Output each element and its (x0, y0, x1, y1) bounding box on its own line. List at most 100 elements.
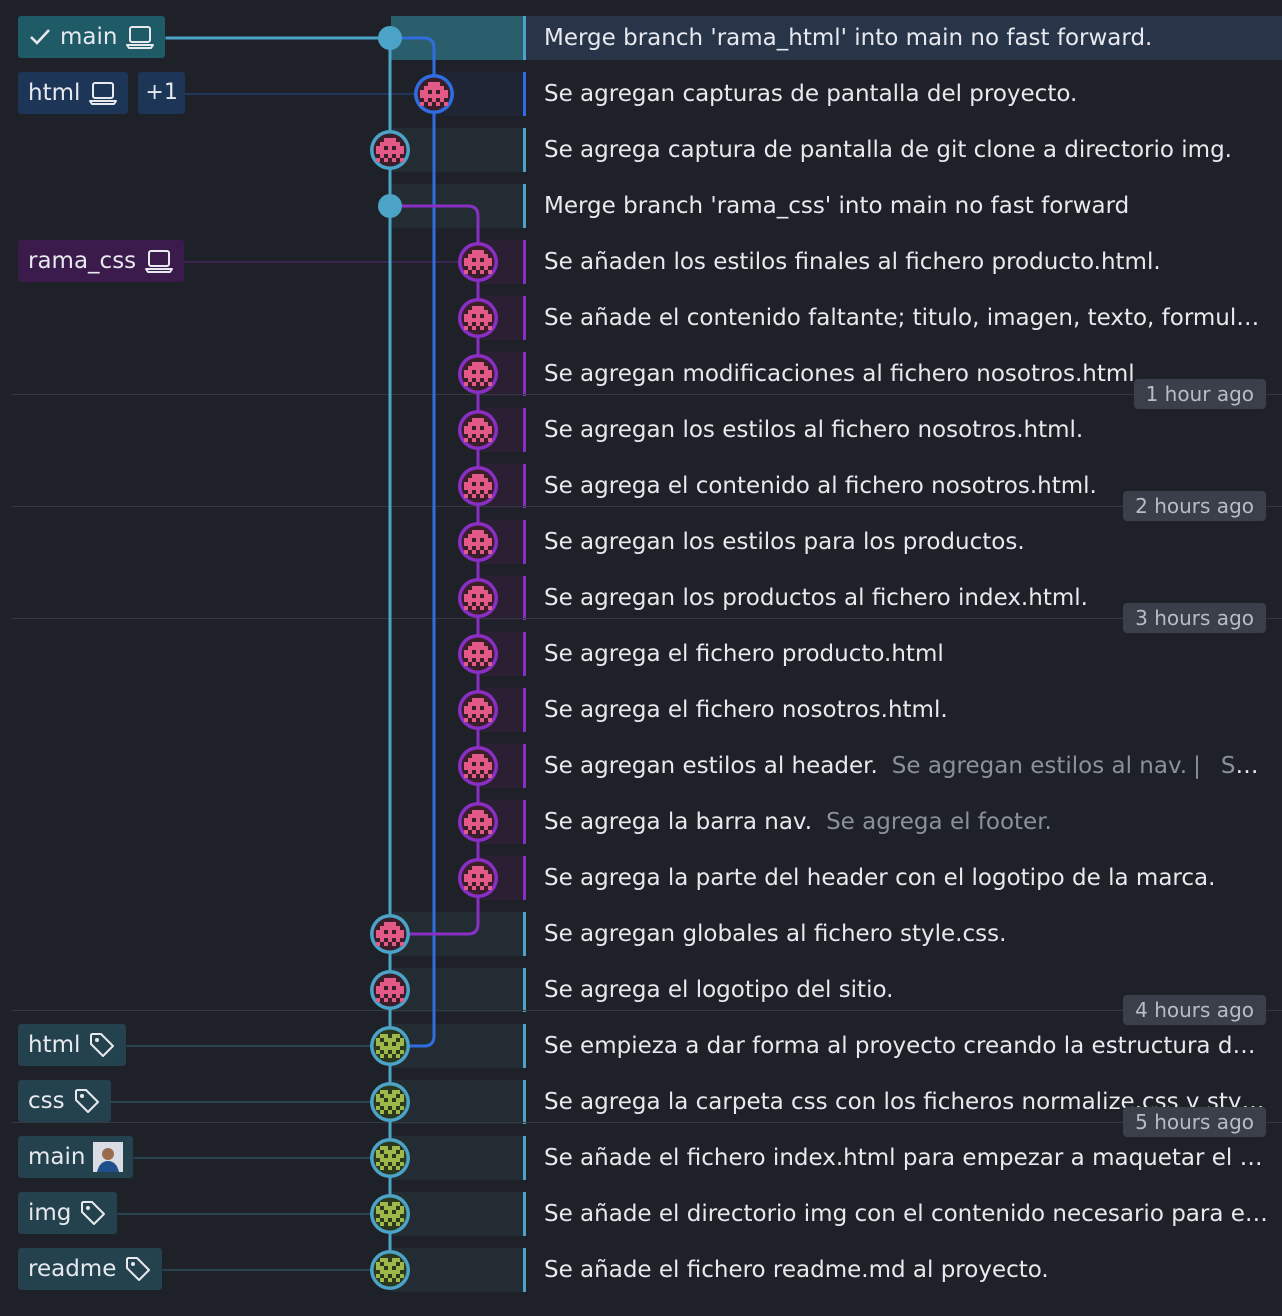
avatar-pixel (480, 430, 484, 434)
commit-avatar-node[interactable] (458, 298, 498, 338)
avatar-pixel (484, 318, 488, 322)
avatar-pixel (476, 322, 480, 326)
avatar-pixel (388, 1154, 392, 1158)
commit-avatar-node[interactable] (414, 74, 454, 114)
avatar-pixel (464, 830, 468, 834)
avatar-pixel (380, 930, 384, 934)
avatar-pixel (468, 426, 472, 430)
avatar-pixel (488, 430, 492, 434)
avatar-pixel (440, 98, 444, 102)
avatar-pixel (484, 706, 488, 710)
avatar-pixel (480, 550, 484, 554)
commit-avatar-node[interactable] (370, 1250, 410, 1290)
commit-avatar-node[interactable] (458, 802, 498, 842)
avatar-pixel (468, 658, 472, 662)
avatar-pixel (480, 362, 484, 366)
avatar-pixel (432, 90, 436, 94)
commit-avatar-node[interactable] (370, 970, 410, 1010)
avatar-pixel (476, 706, 480, 710)
avatar-pixel (384, 1090, 388, 1094)
avatar-pixel (468, 254, 472, 258)
avatar-pixel (392, 138, 396, 142)
avatar-pixel (420, 94, 424, 98)
avatar-pixel (484, 310, 488, 314)
commit-avatar-node[interactable] (458, 242, 498, 282)
avatar-pixel (476, 826, 480, 830)
avatar-pixel (388, 1270, 392, 1274)
commit-avatar-node[interactable] (370, 1138, 410, 1178)
avatar-pixel (400, 1206, 404, 1210)
commit-avatar-node[interactable] (458, 690, 498, 730)
avatar-pixel (468, 434, 472, 438)
merge-commit-dot[interactable] (378, 26, 402, 50)
commit-avatar-node[interactable] (458, 746, 498, 786)
avatar-pixel (488, 318, 492, 322)
merge-commit-dot[interactable] (378, 194, 402, 218)
commit-avatar-node[interactable] (370, 1082, 410, 1122)
avatar-pixel (468, 490, 472, 494)
avatar-pixel (392, 922, 396, 926)
avatar-pixel (376, 146, 380, 150)
avatar-pixel (376, 930, 380, 934)
commit-avatar-node[interactable] (458, 578, 498, 618)
avatar-pixel (480, 382, 484, 386)
avatar-pixel (484, 650, 488, 654)
avatar-pixel (472, 758, 476, 762)
avatar-pixel (480, 866, 484, 870)
avatar-pixel (476, 318, 480, 322)
avatar-pixel (436, 86, 440, 90)
avatar-pixel (476, 866, 480, 870)
avatar-pixel (472, 662, 476, 666)
avatar-pixel (488, 654, 492, 658)
avatar-pixel (468, 770, 472, 774)
avatar-pixel (472, 430, 476, 434)
avatar-pixel (484, 422, 488, 426)
avatar-pixel (396, 1034, 400, 1038)
avatar-pixel (384, 942, 388, 946)
commit-avatar-node[interactable] (458, 354, 498, 394)
avatar-pixel (468, 322, 472, 326)
commit-avatar-node[interactable] (458, 858, 498, 898)
avatar-pixel (468, 318, 472, 322)
avatar-pixel (384, 150, 388, 154)
avatar-pixel (376, 1162, 380, 1166)
avatar-pixel (424, 86, 428, 90)
avatar-pixel (472, 306, 476, 310)
commit-avatar-node[interactable] (458, 522, 498, 562)
avatar-pixel (476, 702, 480, 706)
avatar-pixel (484, 546, 488, 550)
avatar-pixel (384, 1106, 388, 1110)
avatar-pixel (464, 822, 468, 826)
avatar-pixel (484, 434, 488, 438)
avatar-pixel (376, 990, 380, 994)
commit-avatar-node[interactable] (458, 466, 498, 506)
avatar-pixel (400, 1274, 404, 1278)
avatar-pixel (476, 766, 480, 770)
avatar-pixel (384, 934, 388, 938)
avatar-pixel (384, 1150, 388, 1154)
commit-avatar-node[interactable] (370, 130, 410, 170)
avatar-pixel (488, 494, 492, 498)
avatar-pixel (484, 478, 488, 482)
commit-avatar-node[interactable] (458, 634, 498, 674)
avatar-pixel (480, 326, 484, 330)
avatar-pixel (488, 426, 492, 430)
avatar-pixel (380, 982, 384, 986)
avatar-pixel (400, 998, 404, 1002)
avatar-pixel (472, 830, 476, 834)
avatar-pixel (472, 870, 476, 874)
avatar-pixel (396, 1146, 400, 1150)
commit-avatar-node[interactable] (370, 1194, 410, 1234)
commit-avatar-node[interactable] (370, 914, 410, 954)
avatar-pixel (472, 474, 476, 478)
avatar-pixel (432, 86, 436, 90)
commit-avatar-node[interactable] (458, 410, 498, 450)
avatar-pixel (396, 1102, 400, 1106)
avatar-pixel (476, 658, 480, 662)
avatar-pixel (476, 822, 480, 826)
avatar-pixel (384, 1262, 388, 1266)
avatar-pixel (468, 758, 472, 762)
avatar-pixel (488, 370, 492, 374)
commit-avatar-node[interactable] (370, 1026, 410, 1066)
avatar-pixel (476, 594, 480, 598)
